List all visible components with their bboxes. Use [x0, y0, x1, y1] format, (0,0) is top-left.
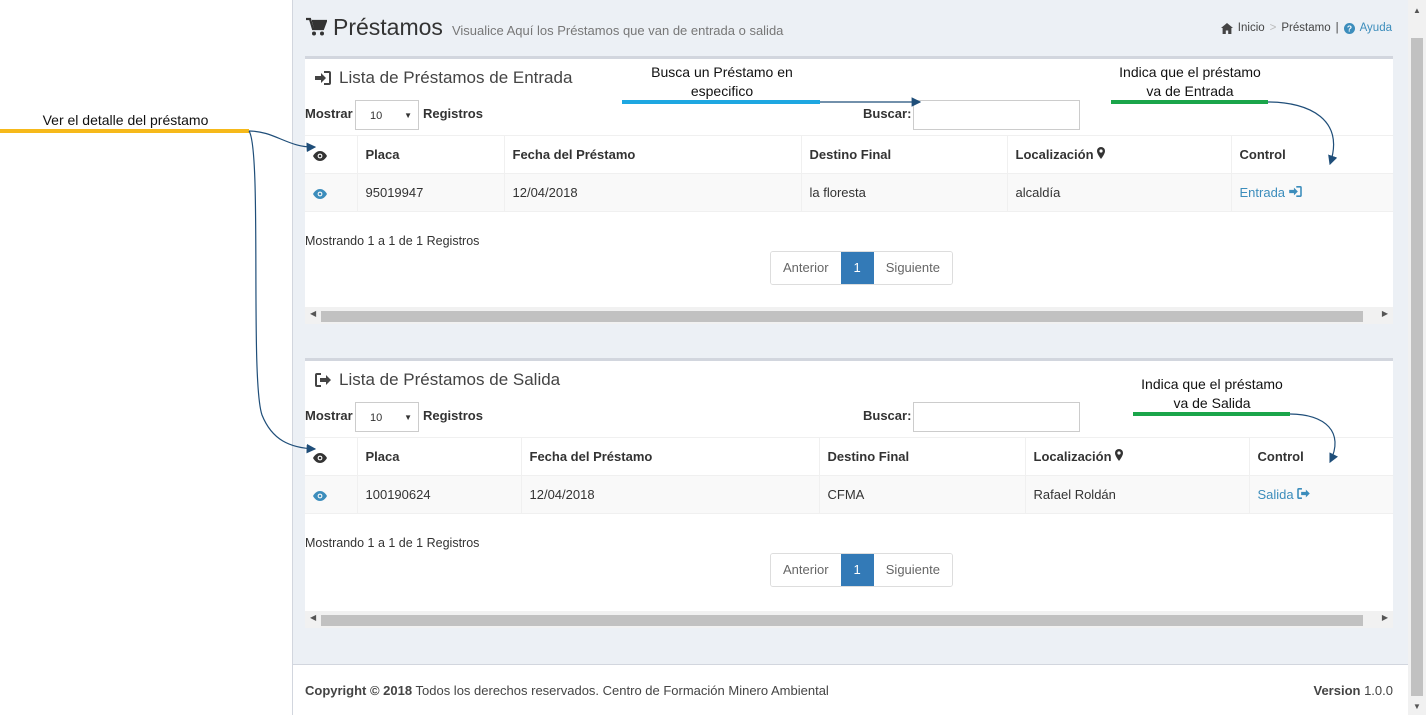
- annotation-buscar: Busca un Préstamo en especifico: [618, 63, 826, 101]
- annotation-detalle: Ver el detalle del préstamo: [42, 112, 209, 128]
- annotation-arrow-entrada: [1267, 101, 1338, 166]
- annotation-entrada-line1: Indica que el préstamo: [1119, 64, 1261, 80]
- annotation-arrow-salida: [1289, 413, 1339, 464]
- annotation-buscar-line1: Busca un Préstamo en: [651, 64, 793, 80]
- annotation-arrow-detail-in: [248, 130, 317, 153]
- annotation-buscar-line2: especifico: [690, 83, 754, 99]
- annotation-salida: Indica que el préstamo va de Salida: [1122, 375, 1302, 413]
- annotation-salida-line1: Indica que el préstamo: [1141, 376, 1283, 392]
- annotation-entrada-line2: va de Entrada: [1146, 83, 1234, 99]
- annotation-overlay: [0, 97, 1339, 464]
- annotation-salida-line2: va de Salida: [1173, 395, 1251, 411]
- annotation-arrow-detail-out: [248, 130, 317, 454]
- annotation-entrada: Indica que el préstamo va de Entrada: [1100, 63, 1280, 101]
